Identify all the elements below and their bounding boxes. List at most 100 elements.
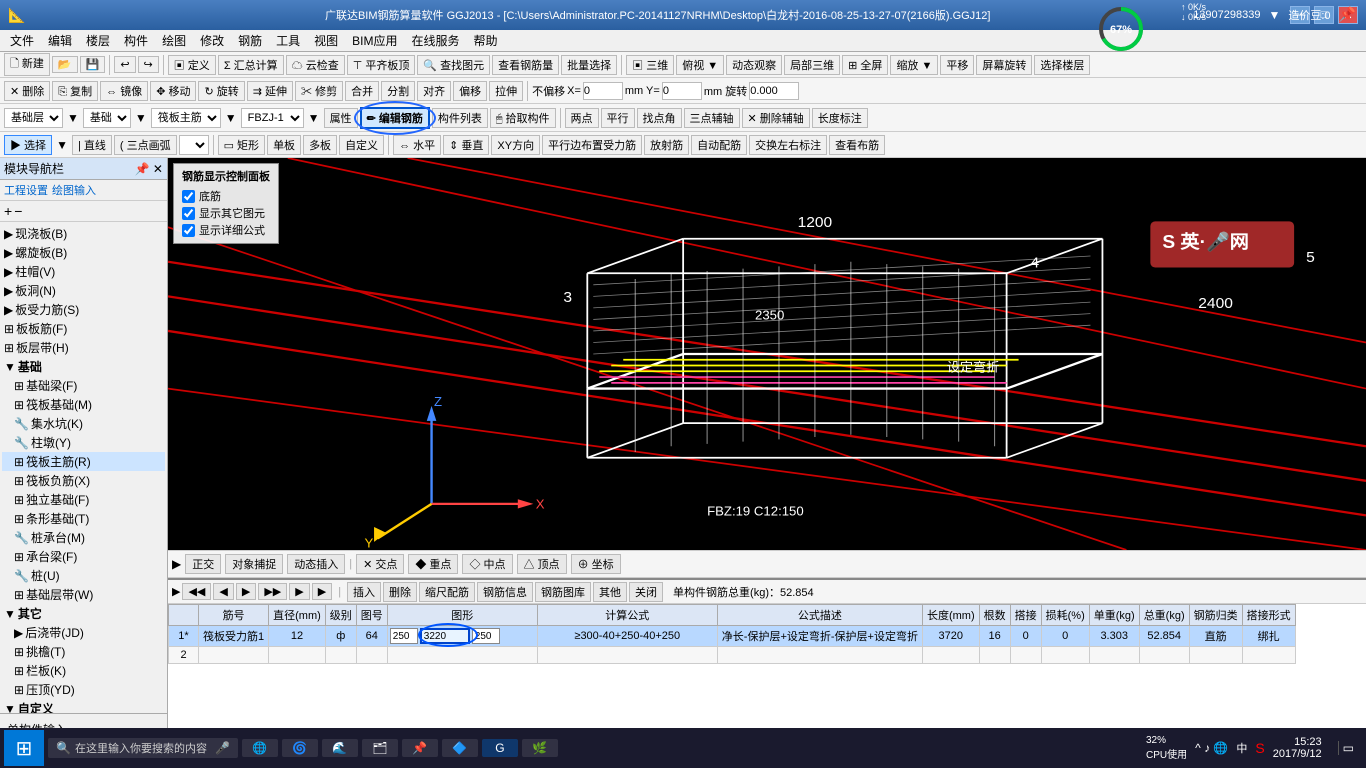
btn-other[interactable]: 其他 — [593, 582, 627, 602]
tree-item-houjiaod[interactable]: ▶ 后浇带(JD) — [2, 623, 165, 642]
btn-close-rebar[interactable]: 关闭 — [629, 582, 663, 602]
btn-nav-first[interactable]: ◀◀ — [182, 583, 211, 600]
taskbar-clock[interactable]: 15:23 2017/9/12 — [1273, 736, 1330, 760]
menu-component[interactable]: 构件 — [118, 30, 154, 51]
checkbox-others[interactable] — [182, 207, 195, 220]
btn-vertical[interactable]: ⇕ 垂直 — [443, 135, 489, 155]
tree-item-jishuikeng[interactable]: 🔧 集水坑(K) — [2, 414, 165, 433]
tree-item-lanban[interactable]: ⊞ 栏板(K) — [2, 661, 165, 680]
menu-file[interactable]: 文件 — [4, 30, 40, 51]
btn-center[interactable]: ◇ 中点 — [462, 554, 512, 574]
user-settings-icon[interactable]: 📌 — [1339, 6, 1356, 23]
tree-item-fabanjich[interactable]: ⊞ 筏板基础(M) — [2, 395, 165, 414]
tree-group-custom[interactable]: ▼ 自定义 — [2, 699, 165, 713]
btn-offset[interactable]: 偏移 — [453, 81, 487, 101]
btn-auto-rebar[interactable]: 自动配筋 — [691, 135, 747, 155]
select-rebar-type[interactable]: 筏板主筋 — [151, 108, 221, 128]
menu-floor[interactable]: 楼层 — [80, 30, 116, 51]
btn-dynamic[interactable]: 动态观察 — [726, 55, 782, 75]
btn-horizontal[interactable]: ⇔ 水平 — [393, 135, 441, 155]
btn-nav-next[interactable]: ▶ — [236, 583, 256, 600]
btn-line[interactable]: | 直线 — [72, 135, 112, 155]
btn-view-layout[interactable]: 查看布筋 — [829, 135, 885, 155]
btn-swap-label[interactable]: 交换左右标注 — [749, 135, 827, 155]
panel-pin-icon[interactable]: 📌 ✕ — [135, 162, 163, 176]
btn-component-list[interactable]: 构件列表 — [432, 108, 488, 128]
btn-intersection[interactable]: ✕ 交点 — [356, 554, 404, 574]
tree-item-dulijich[interactable]: ⊞ 独立基础(F) — [2, 490, 165, 509]
select-floor-layer[interactable]: 基础层 — [4, 108, 63, 128]
btn-scale-rebar[interactable]: 缩尺配筋 — [419, 582, 475, 602]
btn-3d[interactable]: ▣ 三维 — [626, 55, 674, 75]
btn-insert-rebar[interactable]: 插入 — [347, 582, 381, 602]
btn-arc[interactable]: ( 三点画弧 — [114, 135, 177, 155]
btn-screen-rotate[interactable]: 屏幕旋转 — [976, 55, 1032, 75]
tree-group-qita[interactable]: ▼ 其它 — [2, 604, 165, 623]
btn-nav-prev[interactable]: ◀ — [213, 583, 233, 600]
btn-extend[interactable]: ⇉ 延伸 — [247, 81, 293, 101]
cell-figure-1[interactable]: 250 3220 250 — [387, 626, 537, 647]
tree-item-ctliang[interactable]: ⊞ 承台梁(F) — [2, 547, 165, 566]
btn-single-board[interactable]: 单板 — [267, 135, 301, 155]
taskbar-app7[interactable]: G — [482, 739, 518, 757]
btn-trim[interactable]: ✂ 修剪 — [295, 81, 343, 101]
btn-local3d[interactable]: 局部三维 — [784, 55, 840, 75]
btn-custom-def[interactable]: 自定义 — [339, 135, 384, 155]
menu-edit[interactable]: 编辑 — [42, 30, 78, 51]
btn-xy-dir[interactable]: XY方向 — [491, 135, 540, 155]
table-row-1[interactable]: 1* 筏板受力筋1 12 ф 64 250 3220 250 — [169, 626, 1296, 647]
btn-delete[interactable]: ✕ 删除 — [4, 81, 50, 101]
btn-cloud-check[interactable]: ☁ 云检查 — [286, 55, 345, 75]
btn-fullscreen[interactable]: ⊞ 全屏 — [842, 55, 888, 75]
menu-help[interactable]: 帮助 — [468, 30, 504, 51]
btn-object-snap[interactable]: 对象捕捉 — [225, 554, 283, 574]
btn-move[interactable]: ✥ 移动 — [150, 81, 196, 101]
btn-rotate[interactable]: ↻ 旋转 — [198, 81, 244, 101]
tree-item-tiaoy[interactable]: ⊞ 挑檐(T) — [2, 642, 165, 661]
mic-icon[interactable]: 🎤 — [215, 741, 230, 755]
btn-rebar-nav4[interactable]: ▶ — [312, 583, 332, 600]
btn-dimension[interactable]: 长度标注 — [812, 108, 868, 128]
checkbox-formula[interactable] — [182, 224, 195, 237]
btn-save[interactable]: 💾 — [80, 56, 106, 73]
minus-icon[interactable]: − — [14, 203, 22, 219]
btn-stretch[interactable]: 拉伸 — [489, 81, 523, 101]
btn-delete-rebar[interactable]: 删除 — [383, 582, 417, 602]
menu-bim[interactable]: BIM应用 — [346, 30, 403, 51]
tree-item-zhumao[interactable]: ▶ 柱帽(V) — [2, 262, 165, 281]
btn-copy[interactable]: ⎘ 复制 — [52, 81, 98, 101]
taskbar-app6[interactable]: 🔷 — [442, 739, 478, 757]
btn-align[interactable]: 对齐 — [417, 81, 451, 101]
tree-item-banceng[interactable]: ⊞ 板层带(H) — [2, 338, 165, 357]
btn-align-top[interactable]: ⊤ 平齐板顶 — [347, 55, 416, 75]
btn-vertex[interactable]: △ 顶点 — [517, 554, 567, 574]
btn-find-angle[interactable]: 找点角 — [637, 108, 682, 128]
btn-property[interactable]: 属性 — [324, 108, 358, 128]
expand-icon[interactable]: ▶ — [172, 585, 180, 598]
input-y[interactable] — [662, 82, 702, 100]
input-rotate[interactable] — [749, 82, 799, 100]
tree-item-yading[interactable]: ⊞ 压顶(YD) — [2, 680, 165, 699]
btn-view-rebar[interactable]: 查看钢筋量 — [492, 55, 559, 75]
menu-rebar[interactable]: 钢筋 — [232, 30, 268, 51]
btn-new[interactable]: 🗋 新建 — [4, 53, 50, 76]
menu-tools[interactable]: 工具 — [270, 30, 306, 51]
show-desktop-btn[interactable]: ▭ — [1338, 741, 1354, 755]
input-x[interactable] — [583, 82, 623, 100]
btn-radial[interactable]: 放射筋 — [644, 135, 689, 155]
btn-split[interactable]: 分割 — [381, 81, 415, 101]
btn-nav-last[interactable]: ▶▶ — [258, 583, 287, 600]
btn-redo[interactable]: ↪ — [138, 56, 159, 73]
rebar-table-wrap[interactable]: 筋号 直径(mm) 级别 图号 图形 计算公式 公式描述 长度(mm) 根数 搭… — [168, 604, 1366, 736]
btn-mirror[interactable]: ⇔ 镜像 — [100, 81, 148, 101]
btn-select[interactable]: ▶ 选择 — [4, 135, 52, 155]
btn-batch-select[interactable]: 批量选择 — [561, 55, 617, 75]
menu-online[interactable]: 在线服务 — [405, 30, 465, 51]
taskbar-search[interactable]: 🔍 在这里输入你要搜索的内容 🎤 — [48, 738, 238, 758]
taskbar-app2[interactable]: 🌀 — [282, 739, 318, 757]
btn-multi-board[interactable]: 多板 — [303, 135, 337, 155]
btn-open[interactable]: 📂 — [52, 56, 78, 73]
tree-item-zhuang[interactable]: 🔧 桩(U) — [2, 566, 165, 585]
btn-pan[interactable]: 平移 — [940, 55, 974, 75]
btn-parallel[interactable]: 平行 — [601, 108, 635, 128]
